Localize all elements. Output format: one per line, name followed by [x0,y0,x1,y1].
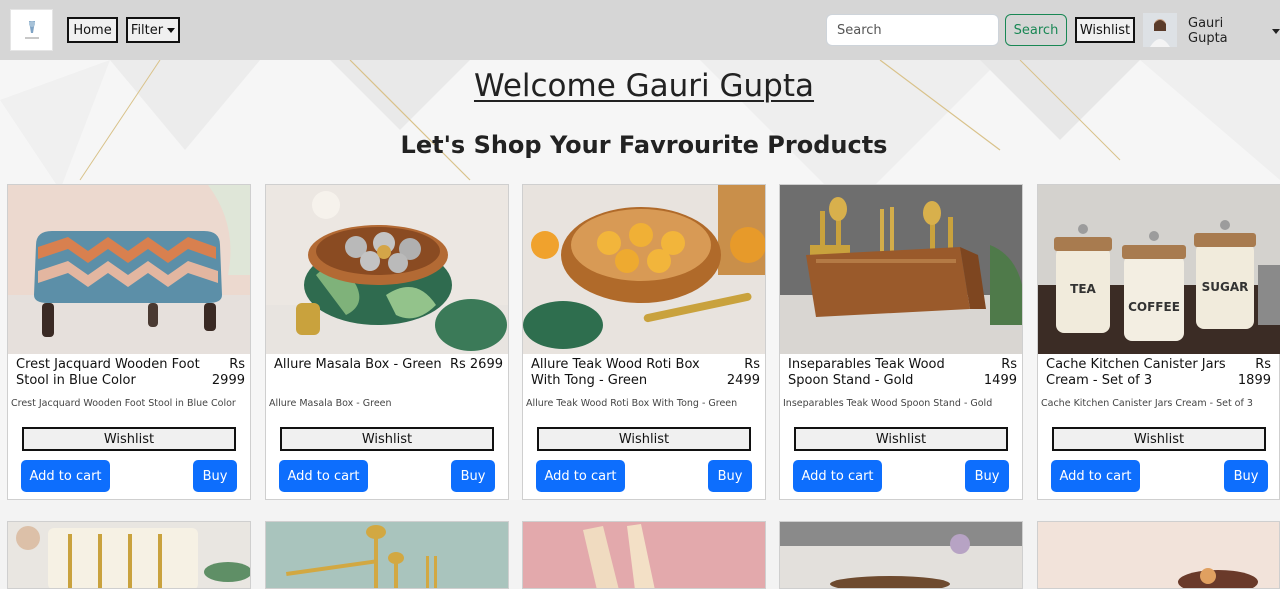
welcome-heading: Welcome Gauri Gupta [473,68,815,104]
product-card [265,521,509,589]
product-card [779,521,1023,589]
jar-label: SUGAR [1202,280,1249,294]
home-button-label: Home [73,22,112,38]
product-price: Rs 2999 [211,357,245,388]
buy-button[interactable]: Buy [965,460,1009,492]
navbar: Home Filter Search Wishlist Gauri Gupta [0,0,1280,60]
wishlist-nav-button[interactable]: Wishlist [1075,17,1135,43]
product-card: Allure Teak Wood Roti Box With Tong - Gr… [522,184,766,500]
product-image[interactable] [266,185,508,354]
add-to-cart-button[interactable]: Add to cart [21,460,110,492]
product-description: Inseparables Teak Wood Spoon Stand - Gol… [783,398,993,409]
product-image[interactable] [1038,522,1279,588]
product-card: Allure Masala Box - Green Rs 2699 Allure… [265,184,509,500]
buy-button[interactable]: Buy [451,460,495,492]
wishlist-button[interactable]: Wishlist [280,427,494,451]
product-title: Inseparables Teak Wood Spoon Stand - Gol… [788,357,945,388]
avatar[interactable] [1143,13,1177,47]
product-image[interactable]: TEA COFFEE SUGAR [1038,185,1280,354]
product-card [7,521,251,589]
add-to-cart-button[interactable]: Add to cart [1051,460,1140,492]
product-card: Inseparables Teak Wood Spoon Stand - Gol… [779,184,1023,500]
search-input[interactable] [826,14,999,46]
chevron-down-icon [1272,28,1280,34]
wishlist-label: Wishlist [1133,431,1185,447]
product-card [1037,521,1280,589]
wishlist-button[interactable]: Wishlist [1052,427,1266,451]
wishlist-label: Wishlist [618,431,670,447]
add-to-cart-button[interactable]: Add to cart [279,460,368,492]
brand-logo[interactable] [10,9,53,51]
wishlist-nav-label: Wishlist [1079,22,1131,38]
buy-label: Buy [202,468,228,484]
product-description: Cache Kitchen Canister Jars Cream - Set … [1041,398,1253,409]
buy-label: Buy [974,468,1000,484]
product-price: Rs 2499 [726,357,760,388]
buy-button[interactable]: Buy [708,460,752,492]
product-price: Rs 1499 [983,357,1017,388]
wishlist-label: Wishlist [875,431,927,447]
wishlist-button[interactable]: Wishlist [537,427,751,451]
search-button[interactable]: Search [1005,14,1067,46]
product-description: Allure Masala Box - Green [269,398,392,409]
buy-label: Buy [717,468,743,484]
user-menu-dropdown[interactable]: Gauri Gupta [1188,16,1280,46]
product-card: Crest Jacquard Wooden Foot Stool in Blue… [7,184,251,500]
product-image[interactable] [266,522,508,588]
buy-button[interactable]: Buy [193,460,237,492]
product-description: Allure Teak Wood Roti Box With Tong - Gr… [526,398,738,409]
search-button-label: Search [1013,22,1059,38]
product-image[interactable] [780,185,1022,354]
product-image[interactable] [8,185,250,354]
logo-icon [24,21,39,39]
buy-button[interactable]: Buy [1224,460,1268,492]
user-avatar-icon [1143,13,1177,47]
wishlist-label: Wishlist [103,431,155,447]
chevron-down-icon [167,27,176,33]
product-title: Cache Kitchen Canister Jars Cream - Set … [1046,357,1226,388]
buy-label: Buy [1233,468,1259,484]
user-name: Gauri Gupta [1188,16,1228,46]
product-card [522,521,766,589]
filter-label: Filter [130,22,164,38]
wishlist-button[interactable]: Wishlist [794,427,1008,451]
product-price: Rs 2699 [449,357,503,372]
product-description: Crest Jacquard Wooden Foot Stool in Blue… [11,398,236,409]
wishlist-label: Wishlist [361,431,413,447]
add-to-cart-button[interactable]: Add to cart [793,460,882,492]
add-to-cart-label: Add to cart [801,468,874,484]
buy-label: Buy [460,468,486,484]
product-title: Allure Teak Wood Roti Box With Tong - Gr… [531,357,700,388]
product-card: TEA COFFEE SUGAR Cache Kitchen Canister … [1037,184,1280,500]
product-image[interactable] [523,185,765,354]
product-title: Crest Jacquard Wooden Foot Stool in Blue… [16,357,200,388]
add-to-cart-label: Add to cart [544,468,617,484]
product-price: Rs 1899 [1237,357,1271,388]
home-button[interactable]: Home [67,17,118,43]
product-image[interactable] [523,522,765,588]
add-to-cart-button[interactable]: Add to cart [536,460,625,492]
product-image[interactable] [780,522,1022,588]
add-to-cart-label: Add to cart [1059,468,1132,484]
wishlist-button[interactable]: Wishlist [22,427,236,451]
product-image[interactable] [8,522,250,588]
add-to-cart-label: Add to cart [29,468,102,484]
jar-label: TEA [1070,282,1096,296]
page-subtitle: Let's Shop Your Favrourite Products [400,131,888,159]
add-to-cart-label: Add to cart [287,468,360,484]
jar-label: COFFEE [1128,300,1180,314]
filter-dropdown[interactable]: Filter [126,17,180,43]
product-title: Allure Masala Box - Green [274,357,442,372]
